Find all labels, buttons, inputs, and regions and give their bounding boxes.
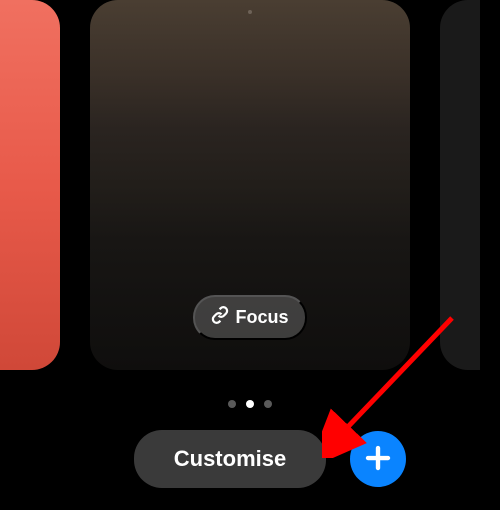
pagination-dots	[0, 400, 500, 408]
wallpaper-card-next[interactable]	[440, 0, 480, 370]
link-icon	[211, 306, 229, 329]
customise-button[interactable]: Customise	[134, 430, 326, 488]
bottom-actions: Customise	[0, 430, 500, 488]
page-dot-active	[246, 400, 254, 408]
page-dot	[228, 400, 236, 408]
wallpaper-carousel[interactable]: Focus	[0, 0, 500, 380]
wallpaper-card-current[interactable]: Focus	[90, 0, 410, 370]
customise-label: Customise	[174, 446, 286, 471]
focus-button[interactable]: Focus	[193, 295, 306, 340]
wallpaper-card-previous[interactable]	[0, 0, 60, 370]
page-dot	[264, 400, 272, 408]
add-button[interactable]	[350, 431, 406, 487]
focus-label: Focus	[235, 307, 288, 328]
plus-icon	[363, 443, 393, 476]
